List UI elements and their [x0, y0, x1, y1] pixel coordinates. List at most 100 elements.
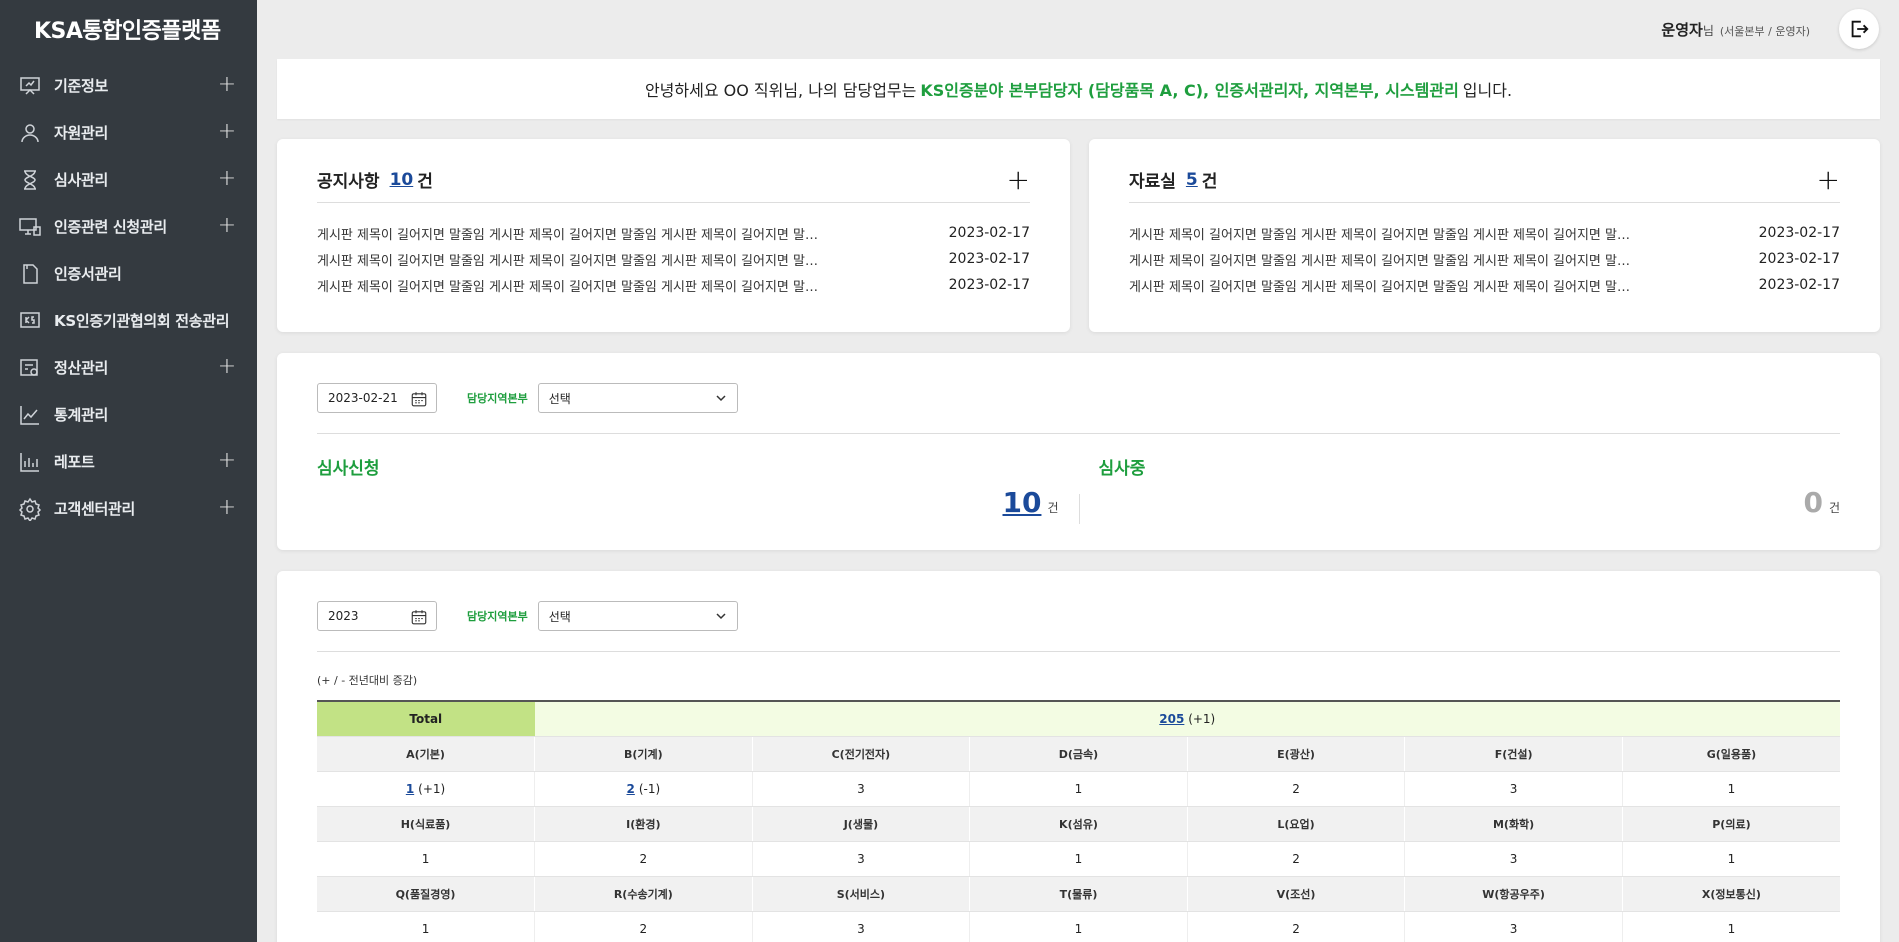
library-row[interactable]: 게시판 제목이 길어지면 말줄임 게시판 제목이 길어지면 말줄임 게시판 제목… [1129, 220, 1840, 246]
expand-plus-icon[interactable]: + [217, 168, 237, 190]
sidebar-item-certificate[interactable]: 인증서관리 [0, 250, 257, 297]
library-board: 자료실 5 건 + 게시판 제목이 길어지면 말줄임 게시판 제목이 길어지면 … [1089, 139, 1880, 332]
app-logo[interactable]: KSA통합인증플랫폼 [0, 0, 257, 58]
sidebar-item-base-info[interactable]: 기준정보 + [0, 62, 257, 109]
category-value-cell: 1 [1622, 841, 1840, 877]
category-value: 1 [1074, 851, 1083, 866]
notice-unit: 건 [417, 172, 433, 192]
category-stats-card: 2023 담당지역본부 선택 (+ / - 전년대비 증감) Total 205… [277, 571, 1880, 942]
notice-row[interactable]: 게시판 제목이 길어지면 말줄임 게시판 제목이 길어지면 말줄임 게시판 제목… [317, 246, 1030, 272]
notice-row-title[interactable]: 게시판 제목이 길어지면 말줄임 게시판 제목이 길어지면 말줄임 게시판 제목… [317, 224, 940, 243]
category-header-cell: E(광산) [1187, 736, 1406, 772]
notice-row[interactable]: 게시판 제목이 길어지면 말줄임 게시판 제목이 길어지면 말줄임 게시판 제목… [317, 272, 1030, 298]
library-count[interactable]: 5 [1186, 170, 1198, 190]
calendar-icon[interactable] [410, 390, 428, 408]
category-header-cell: L(요업) [1187, 806, 1406, 842]
audit-filter: 2023-02-21 담당지역본부 선택 [317, 383, 1840, 413]
expand-plus-icon[interactable]: + [217, 74, 237, 96]
category-value-row: 1 2 3 1 2 3 1 [317, 841, 1840, 877]
divider [317, 651, 1840, 652]
category-value-cell: 3 [752, 771, 971, 807]
library-more-button[interactable]: + [1817, 165, 1840, 193]
sidebar-item-statistics[interactable]: 통계관리 [0, 391, 257, 438]
audit-in-progress-unit: 건 [1828, 501, 1840, 515]
audit-in-progress-label: 심사중 [1098, 459, 1146, 479]
stats-note: (+ / - 전년대비 증감) [317, 674, 418, 687]
notice-header: 공지사항 10 건 + [317, 165, 1030, 203]
expand-plus-icon[interactable]: + [217, 356, 237, 378]
sidebar-item-resource[interactable]: 자원관리 + [0, 109, 257, 156]
sidebar-item-ks-transfer[interactable]: KS인증기관협의회 전송관리 [0, 297, 257, 344]
library-row-title[interactable]: 게시판 제목이 길어지면 말줄임 게시판 제목이 길어지면 말줄임 게시판 제목… [1129, 276, 1750, 295]
logout-button[interactable] [1839, 9, 1879, 49]
user-info: 운영자님 (서울본부 / 운영자) [1661, 19, 1810, 40]
stats-region-label: 담당지역본부 [467, 610, 528, 623]
sidebar-item-label: 심사관리 [54, 171, 109, 189]
category-header-cell: I(환경) [534, 806, 753, 842]
sidebar-item-settlement[interactable]: 정산관리 + [0, 344, 257, 391]
audit-stats: 심사신청 10 건 심사중 0 건 [317, 454, 1840, 524]
library-row-date: 2023-02-17 [1758, 251, 1840, 267]
notice-count[interactable]: 10 [390, 170, 414, 190]
stats-region-select[interactable]: 선택 [537, 601, 738, 631]
category-value: 1 [421, 921, 430, 936]
expand-plus-icon[interactable]: + [217, 121, 237, 143]
audit-summary-card: 2023-02-21 담당지역본부 선택 심사신청 10 건 심사중 0 건 [277, 353, 1880, 550]
category-value: 2 [1292, 781, 1300, 796]
library-row-title[interactable]: 게시판 제목이 길어지면 말줄임 게시판 제목이 길어지면 말줄임 게시판 제목… [1129, 250, 1750, 269]
sidebar-item-label: 자원관리 [54, 124, 109, 142]
category-header-cell: P(의료) [1622, 806, 1840, 842]
audit-date-input[interactable]: 2023-02-21 [317, 383, 437, 413]
category-stats-table: Total 205 (+1) A(기본) B(기계) C(전기전자) D(금속) E(광… [317, 700, 1840, 942]
category-value-cell[interactable]: 1 (+1) [317, 771, 536, 807]
audit-region-label: 담당지역본부 [467, 392, 528, 405]
category-header-cell: G(일용품) [1622, 736, 1840, 772]
ks-icon [18, 309, 42, 333]
category-value-link[interactable]: 2 [627, 782, 635, 796]
stats-filter: 2023 담당지역본부 선택 [317, 601, 1840, 631]
category-header-cell: W(항공우주) [1404, 876, 1623, 912]
calendar-icon[interactable] [410, 608, 428, 626]
category-header-cell: M(화학) [1404, 806, 1623, 842]
notice-row-title[interactable]: 게시판 제목이 길어지면 말줄임 게시판 제목이 길어지면 말줄임 게시판 제목… [317, 250, 940, 269]
category-value-cell: 1 [317, 841, 536, 877]
total-value-link[interactable]: 205 [1159, 712, 1184, 726]
notice-row[interactable]: 게시판 제목이 길어지면 말줄임 게시판 제목이 길어지면 말줄임 게시판 제목… [317, 220, 1030, 246]
category-value: 3 [1509, 781, 1518, 796]
expand-plus-icon[interactable]: + [217, 497, 237, 519]
category-header-row: H(식료품) I(환경) J(생물) K(섬유) L(요업) M(화학) P(의료) [317, 806, 1840, 842]
stats-region-value: 선택 [548, 609, 571, 624]
category-value-link[interactable]: 1 [406, 782, 414, 796]
total-label: Total [317, 700, 535, 737]
stats-year-input[interactable]: 2023 [317, 601, 437, 631]
library-row-title[interactable]: 게시판 제목이 길어지면 말줄임 게시판 제목이 길어지면 말줄임 게시판 제목… [1129, 224, 1750, 243]
library-row[interactable]: 게시판 제목이 길어지면 말줄임 게시판 제목이 길어지면 말줄임 게시판 제목… [1129, 272, 1840, 298]
notice-list: 게시판 제목이 길어지면 말줄임 게시판 제목이 길어지면 말줄임 게시판 제목… [317, 220, 1030, 298]
notice-row-date: 2023-02-17 [948, 277, 1030, 293]
gear-icon [18, 497, 42, 521]
category-header-cell: X(정보통신) [1622, 876, 1840, 912]
category-value-cell: 3 [1404, 911, 1623, 942]
logout-icon [1851, 20, 1869, 38]
category-value-cell: 3 [1404, 841, 1623, 877]
notice-more-button[interactable]: + [1007, 165, 1030, 193]
notice-row-date: 2023-02-17 [948, 251, 1030, 267]
sidebar-item-customer-center[interactable]: 고객센터관리 + [0, 485, 257, 532]
sidebar-item-report[interactable]: 레포트 + [0, 438, 257, 485]
category-value-row: 1 (+1) 2 (-1) 3 1 2 3 1 [317, 771, 1840, 807]
sidebar-item-cert-application[interactable]: 인증관련 신청관리 + [0, 203, 257, 250]
library-list: 게시판 제목이 길어지면 말줄임 게시판 제목이 길어지면 말줄임 게시판 제목… [1129, 220, 1840, 298]
category-value-cell[interactable]: 2 (-1) [534, 771, 753, 807]
category-value-cell: 1 [1622, 911, 1840, 942]
library-row[interactable]: 게시판 제목이 길어지면 말줄임 게시판 제목이 길어지면 말줄임 게시판 제목… [1129, 246, 1840, 272]
category-value: 1 [1074, 781, 1083, 796]
expand-plus-icon[interactable]: + [217, 450, 237, 472]
expand-plus-icon[interactable]: + [217, 215, 237, 237]
audit-applied-count[interactable]: 10 [1002, 486, 1041, 519]
audit-region-select[interactable]: 선택 [537, 383, 738, 413]
category-value: 3 [1509, 851, 1518, 866]
sidebar-item-audit[interactable]: 심사관리 + [0, 156, 257, 203]
notice-row-title[interactable]: 게시판 제목이 길어지면 말줄임 게시판 제목이 길어지면 말줄임 게시판 제목… [317, 276, 940, 295]
category-value-cell: 3 [1404, 771, 1623, 807]
category-value-row: 1 2 3 1 2 3 1 [317, 911, 1840, 942]
